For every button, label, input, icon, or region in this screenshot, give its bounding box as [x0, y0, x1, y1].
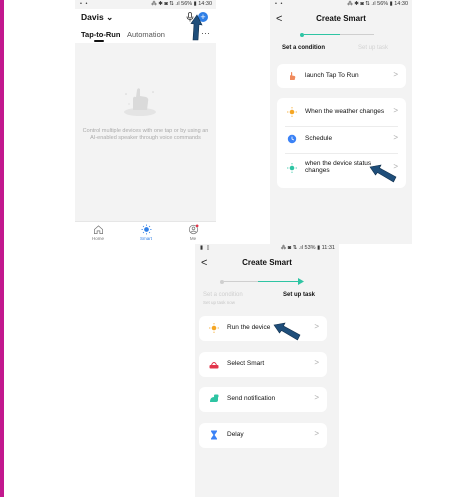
status-right: ⁂ ✱ ◙ ⇅ .ıl 56% ▮ 14:30 [347, 1, 408, 7]
step-progress-active [304, 34, 340, 35]
condition-row[interactable]: When the weather changes > [277, 100, 406, 124]
home-icon [93, 225, 103, 234]
step1-label: Set a condition [282, 45, 326, 51]
notification-icon [210, 394, 219, 402]
pointer-arrow-icon [369, 164, 397, 183]
step2-label: Set up task [283, 292, 316, 298]
condition-label: When the weather changes [305, 108, 385, 115]
chevron-down-icon: ⌄ [106, 12, 114, 22]
task-card[interactable]: Send notification > [199, 387, 327, 412]
divider [285, 153, 398, 154]
chevron-right-icon: > [314, 393, 319, 402]
nav-me-label: Me [189, 236, 197, 241]
page-title: Create Smart [316, 14, 366, 23]
create-smart-condition-screen: • • ⁂ ✱ ◙ ⇅ .ıl 56% ▮ 14:30 < Create Sma… [270, 0, 412, 244]
device-status-icon [287, 163, 297, 173]
status-right: ⁂ ✱ ◙ ⇅ .ıl 56% ▮ 14:30 [151, 1, 212, 7]
chevron-right-icon: > [393, 106, 398, 115]
task-row[interactable]: Send notification > [199, 387, 327, 411]
card-tap-to-run: launch Tap To Run > [277, 64, 406, 88]
bottom-nav: Home Smart Me [75, 221, 216, 244]
status-bar: • • ⁂ ✱ ◙ ⇅ .ıl 56% ▮ 14:30 [270, 0, 412, 9]
status-bar: ▮ ▯ ⁂ ◙ ⇅ .ıl 53% ▮ 11:31 [195, 244, 339, 253]
status-bar: • • ⁂ ✱ ◙ ⇅ .ıl 56% ▮ 14:30 [75, 0, 216, 9]
chevron-right-icon: > [314, 322, 319, 331]
condition-row[interactable]: launch Tap To Run > [277, 64, 406, 88]
empty-state-text: Control multiple devices with one tap or… [82, 128, 209, 141]
person-icon [188, 224, 198, 235]
home-name: Davis [81, 12, 104, 22]
step-progress-active [258, 281, 300, 282]
step1-sublabel: Set up task now [203, 300, 236, 305]
page-title: Create Smart [242, 258, 292, 267]
sun-icon [209, 323, 219, 333]
chevron-right-icon: > [393, 133, 398, 142]
pointer-arrow-icon [273, 322, 301, 341]
task-card[interactable]: Run the device > [199, 316, 327, 341]
status-left: • • [80, 1, 89, 7]
task-card[interactable]: Select Smart > [199, 352, 327, 377]
status-right: ⁂ ◙ ⇅ .ıl 53% ▮ 11:31 [280, 245, 335, 251]
smart-icon [209, 362, 219, 369]
chevron-right-icon: > [393, 70, 398, 79]
task-row[interactable]: Delay > [199, 423, 327, 447]
step1-label: Set a condition [203, 292, 243, 298]
nav-me[interactable]: Me [178, 224, 208, 241]
chevron-right-icon: > [314, 358, 319, 367]
nav-home-label: Home [91, 236, 104, 241]
nav-smart-label: Smart [139, 236, 152, 241]
nav-smart[interactable]: Smart [131, 224, 161, 241]
active-tab-indicator [94, 40, 104, 42]
hourglass-icon [211, 430, 217, 440]
hand-tap-icon [290, 72, 296, 80]
sun-icon [140, 224, 152, 235]
chevron-right-icon: > [314, 429, 319, 438]
tab-tap-to-run[interactable]: Tap-to-Run [81, 30, 120, 39]
step-progress-inactive [340, 34, 374, 35]
tap-hand-illustration [124, 88, 156, 116]
status-left: • • [275, 1, 284, 7]
task-label: Delay [227, 431, 244, 438]
nav-home[interactable]: Home [83, 224, 113, 241]
home-selector[interactable]: Davis ⌄ [81, 12, 113, 23]
task-row[interactable]: Select Smart > [199, 352, 327, 376]
clock-icon [287, 134, 297, 144]
left-edge-bar [0, 0, 4, 497]
condition-label: Schedule [305, 135, 333, 142]
step-arrowhead-icon [298, 278, 304, 285]
step-progress-inactive [224, 281, 258, 282]
create-smart-task-screen: ▮ ▯ ⁂ ◙ ⇅ .ıl 53% ▮ 11:31 < Create Smart… [195, 244, 339, 497]
task-label: Run the device [227, 324, 271, 331]
pointer-arrow-icon [190, 14, 203, 41]
task-label: Select Smart [227, 360, 265, 367]
task-card[interactable]: Delay > [199, 423, 327, 448]
status-left: ▮ ▯ [200, 245, 211, 251]
condition-row[interactable]: Schedule > [277, 127, 406, 151]
tab-automation[interactable]: Automation [127, 30, 165, 39]
smart-scenes-screen: • • ⁂ ✱ ◙ ⇅ .ıl 56% ▮ 14:30 Davis ⌄ + Ta… [75, 0, 216, 244]
condition-label: launch Tap To Run [305, 72, 359, 79]
task-label: Send notification [227, 395, 276, 402]
sun-icon [287, 107, 297, 117]
task-row[interactable]: Run the device > [199, 316, 327, 340]
step2-label: Set up task [358, 45, 389, 51]
